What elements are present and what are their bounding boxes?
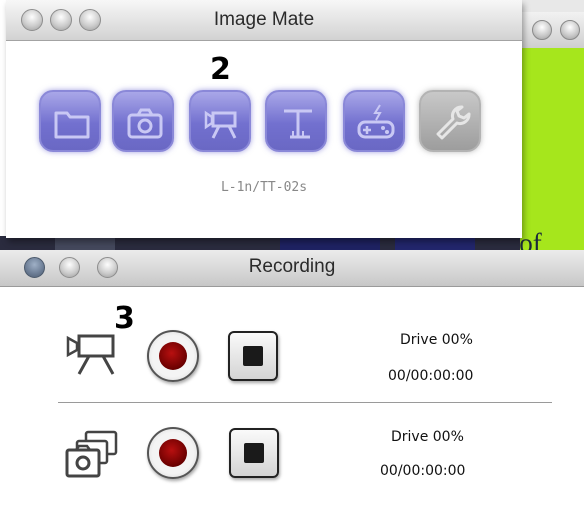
gamepad-icon — [357, 104, 395, 139]
game-controller-button[interactable] — [343, 90, 405, 152]
drive-status: Drive 00% — [391, 429, 464, 445]
photo-stack-icon — [65, 430, 118, 478]
folder-icon — [54, 111, 90, 139]
recording-row-photos — [64, 428, 122, 485]
device-caption: L-1n/TT-02s — [220, 180, 308, 195]
record-button[interactable] — [147, 427, 199, 479]
open-folder-button[interactable] — [39, 90, 101, 152]
elapsed-time: 00/00:00:00 — [380, 463, 466, 479]
background-window-button[interactable] — [532, 20, 552, 40]
window-title: Image Mate — [213, 9, 315, 30]
settings-button[interactable] — [419, 90, 481, 152]
camera-icon — [127, 108, 163, 139]
elapsed-time: 00/00:00:00 — [388, 368, 474, 384]
image-mate-window: Image Mate 2 L-1n/TT-02s — [6, 0, 522, 238]
video-camera-icon — [66, 334, 115, 375]
stop-button[interactable] — [228, 331, 278, 381]
callout-number: 2 — [210, 52, 231, 87]
image-mate-titlebar[interactable]: Image Mate — [6, 0, 522, 41]
stop-button[interactable] — [229, 428, 279, 478]
row-divider — [58, 402, 552, 403]
measure-button[interactable] — [265, 90, 327, 152]
recording-titlebar[interactable]: Recording — [0, 250, 584, 287]
drive-status: Drive 00% — [400, 332, 473, 348]
record-button[interactable] — [147, 330, 199, 382]
window-title: Recording — [248, 256, 336, 277]
measure-icon — [284, 109, 312, 139]
background-window-button[interactable] — [560, 20, 580, 40]
video-camera-icon — [204, 110, 237, 139]
snapshot-button[interactable] — [112, 90, 174, 152]
recording-row-video — [65, 330, 121, 381]
video-record-button[interactable] — [189, 90, 251, 152]
wrench-icon — [436, 105, 471, 140]
